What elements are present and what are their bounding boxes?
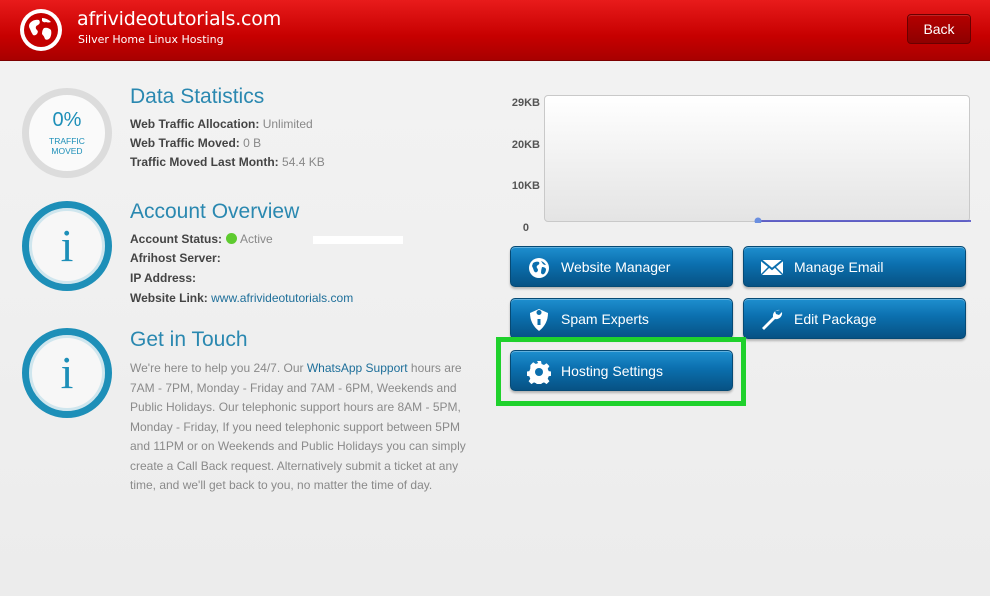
shield-icon <box>527 308 551 331</box>
header-bar: afrivideotutorials.com Silver Home Linux… <box>0 0 990 61</box>
traffic-moved-gauge: 0% TRAFFIC MOVED <box>22 88 112 178</box>
highlight-box <box>496 337 746 406</box>
support-hours-text: We're here to help you 24/7. Our WhatsAp… <box>130 361 466 492</box>
account-status-row: Account Status: Active <box>130 232 403 246</box>
info-icon: i <box>22 201 112 291</box>
traffic-chart <box>544 95 971 225</box>
y-tick-label: 20KB <box>511 139 540 151</box>
data-point <box>754 217 762 225</box>
manage-email-label: Manage Email <box>794 259 884 275</box>
ip-address-row: IP Address: <box>130 271 197 285</box>
hosting-plan: Silver Home Linux Hosting <box>78 33 224 46</box>
website-manager-button[interactable]: Website Manager <box>510 246 733 287</box>
envelope-icon <box>760 256 784 278</box>
redacted-field <box>312 235 403 244</box>
globe-logo-icon <box>20 9 62 51</box>
globe-icon <box>527 256 551 278</box>
support-info-icon: i <box>22 328 112 418</box>
website-link-row: Website Link: www.afrivideotutorials.com <box>130 291 354 305</box>
traffic-percent: 0% <box>52 109 82 131</box>
back-button[interactable]: Back <box>907 14 971 44</box>
get-in-touch-title: Get in Touch <box>130 328 248 351</box>
traffic-percent-label: TRAFFIC MOVED <box>49 136 85 156</box>
y-tick-label: 0 <box>522 222 529 234</box>
data-statistics-title: Data Statistics <box>130 85 265 108</box>
status-badge: Active <box>240 232 273 246</box>
traffic-chart-plot <box>754 217 971 225</box>
wrench-icon <box>760 308 784 330</box>
web-traffic-moved-row: Web Traffic Moved: 0 B <box>130 136 262 150</box>
status-active-dot <box>226 233 238 244</box>
afrihost-server-row: Afrihost Server: <box>130 251 221 265</box>
edit-package-label: Edit Package <box>794 311 877 327</box>
traffic-last-month-row: Traffic Moved Last Month: 54.4 KB <box>130 155 325 169</box>
spam-experts-button[interactable]: Spam Experts <box>510 298 733 339</box>
website-link[interactable]: www.afrivideotutorials.com <box>211 291 353 305</box>
y-tick-label: 10KB <box>511 180 540 192</box>
account-overview-title: Account Overview <box>130 200 300 223</box>
whatsapp-support-link[interactable]: WhatsApp Support <box>307 361 408 375</box>
spam-experts-label: Spam Experts <box>561 311 649 327</box>
site-title: afrivideotutorials.com <box>77 8 282 30</box>
website-manager-label: Website Manager <box>561 259 671 275</box>
web-traffic-allocation-row: Web Traffic Allocation: Unlimited <box>130 117 313 131</box>
manage-email-button[interactable]: Manage Email <box>743 246 966 287</box>
edit-package-button[interactable]: Edit Package <box>743 298 966 339</box>
y-tick-label: 29KB <box>511 97 540 109</box>
